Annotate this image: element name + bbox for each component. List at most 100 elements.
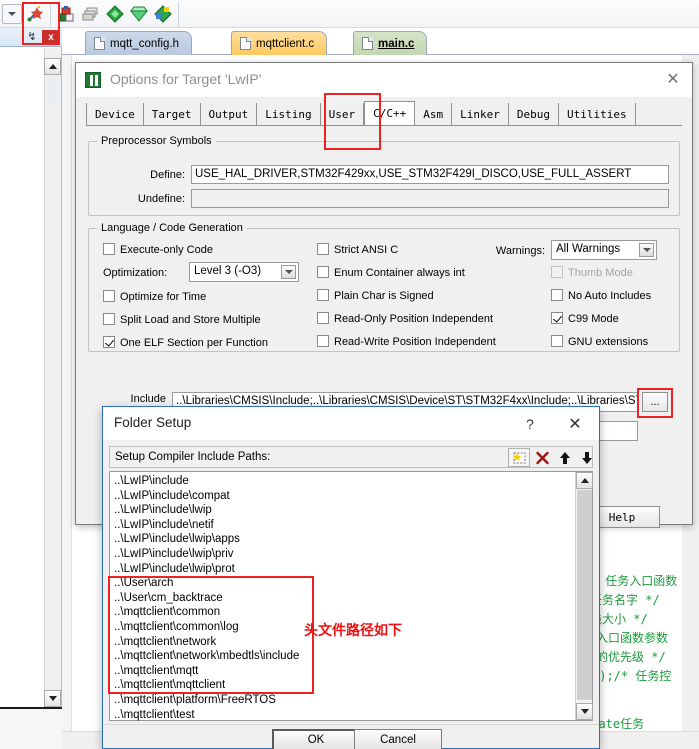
include-paths-label-line1: Include — [130, 393, 166, 405]
cancel-button[interactable]: Cancel — [354, 729, 442, 749]
undefine-label: Undefine: — [137, 193, 185, 205]
list-item[interactable]: ..\mqttclient\mqttclient — [112, 678, 572, 693]
move-down-icon[interactable] — [576, 448, 598, 467]
checkbox-read-only-position-independent[interactable]: Read-Only Position Independent — [317, 312, 493, 325]
scroll-thumb[interactable] — [45, 76, 60, 104]
file-icon — [94, 37, 105, 50]
optimization-select[interactable]: Level 3 (-O3) — [189, 262, 299, 282]
checkbox-strict-ansi-c[interactable]: Strict ANSI C — [317, 243, 398, 256]
folder-setup-titlebar: Folder Setup ? ✕ — [103, 407, 599, 440]
code-line: 任务入口函数 — [598, 574, 678, 588]
scroll-thumb[interactable] — [577, 490, 592, 700]
list-item[interactable]: ..\LwIP\include — [112, 474, 572, 489]
panel-footer — [0, 709, 62, 749]
chevron-down-icon[interactable] — [281, 265, 296, 279]
tab-utilities[interactable]: Utilities — [558, 103, 636, 125]
translate-file-icon[interactable] — [104, 3, 126, 25]
checkbox-thumb-mode: Thumb Mode — [551, 266, 633, 279]
pin-icon[interactable]: ↯ — [26, 31, 38, 43]
tab-output[interactable]: Output — [200, 103, 258, 125]
code-line: 任务名字 */ — [590, 593, 660, 607]
close-icon[interactable]: ✕ — [660, 68, 686, 90]
tab-device[interactable]: Device — [86, 103, 144, 125]
checkbox-split-load-and-store-multiple[interactable]: Split Load and Store Multiple — [103, 313, 261, 326]
editor-tab-main-c[interactable]: main.c — [353, 31, 428, 55]
folder-setup-bar-label: Setup Compiler Include Paths: — [115, 451, 271, 463]
checkbox-c99-mode[interactable]: C99 Mode — [551, 312, 619, 325]
scroll-up-button[interactable] — [44, 58, 61, 75]
list-item[interactable]: ..\LwIP\include\lwip\apps — [112, 532, 572, 547]
scroll-down-button[interactable] — [44, 690, 61, 707]
move-up-icon[interactable] — [554, 448, 576, 467]
list-item[interactable]: ..\mqttclient\network\mbedtls\include — [112, 649, 572, 664]
chevron-down-icon[interactable] — [639, 243, 654, 257]
group-legend: Preprocessor Symbols — [97, 135, 216, 147]
optimization-value: Level 3 (-O3) — [194, 265, 262, 277]
delete-path-icon[interactable] — [531, 448, 553, 467]
options-tabs: Device Target Output Listing User C/C++ … — [86, 101, 636, 126]
tab-c-cpp[interactable]: C/C++ — [364, 101, 416, 126]
file-icon — [240, 37, 251, 50]
ok-button[interactable]: OK — [272, 729, 360, 749]
build-target-icon[interactable] — [56, 3, 78, 25]
list-item[interactable]: ..\mqttclient\test — [112, 708, 572, 723]
tab-target[interactable]: Target — [143, 103, 201, 125]
editor-tabstrip: mqtt_config.h mqttclient.c main.c — [62, 28, 699, 55]
include-paths-browse-button[interactable]: ... — [642, 392, 668, 412]
rebuild-icon[interactable] — [128, 3, 150, 25]
define-field[interactable]: USE_HAL_DRIVER,STM32F429xx,USE_STM32F429… — [191, 165, 669, 184]
checkbox-plain-char-is-signed[interactable]: Plain Char is Signed — [317, 289, 434, 302]
folder-setup-dialog: Folder Setup ? ✕ Setup Compiler Include … — [102, 406, 600, 749]
define-label: Define: — [150, 169, 185, 181]
project-panel-scrollbar[interactable] — [44, 48, 61, 708]
close-icon[interactable]: ✕ — [563, 413, 587, 434]
checkbox-read-write-position-independent[interactable]: Read-Write Position Independent — [317, 335, 496, 348]
batch-build-icon[interactable] — [80, 3, 102, 25]
list-item[interactable]: ..\User\cm_backtrace — [112, 591, 572, 606]
checkbox-execute-only-code[interactable]: Execute-only Code — [103, 243, 213, 256]
list-scrollbar[interactable] — [575, 472, 593, 720]
help-icon[interactable]: ? — [519, 414, 541, 434]
scroll-up-button[interactable] — [576, 472, 593, 489]
target-options-icon[interactable] — [24, 3, 46, 25]
checkbox-label: GNU extensions — [568, 336, 649, 348]
editor-tab-mqttclient-c[interactable]: mqttclient.c — [231, 31, 328, 55]
checkbox-label: Thumb Mode — [568, 267, 633, 279]
editor-tab-mqtt-config-h[interactable]: mqtt_config.h — [85, 31, 193, 55]
checkbox-optimize-for-time[interactable]: Optimize for Time — [103, 290, 206, 303]
undefine-field[interactable] — [191, 189, 669, 208]
list-item[interactable]: ..\mqttclient\platform\FreeRTOS — [112, 693, 572, 708]
list-item[interactable]: ..\mqttclient\common — [112, 605, 572, 620]
checkbox-gnu-extensions[interactable]: GNU extensions — [551, 335, 648, 348]
list-item[interactable]: ..\LwIP\include\lwip — [112, 503, 572, 518]
include-paths-list[interactable]: ..\LwIP\include ..\LwIP\include\compat .… — [109, 471, 593, 721]
list-item[interactable]: ..\LwIP\include\netif — [112, 518, 572, 533]
editor-gutter — [62, 55, 72, 749]
checkbox-label: Optimize for Time — [120, 291, 207, 303]
chevron-down-icon[interactable] — [2, 4, 22, 24]
tab-linker[interactable]: Linker — [452, 103, 509, 125]
new-path-icon[interactable] — [508, 448, 530, 467]
tab-debug[interactable]: Debug — [508, 103, 559, 125]
annotation-chinese-note: 头文件路径如下 — [304, 623, 402, 639]
scroll-down-button[interactable] — [576, 703, 593, 720]
list-item[interactable]: ..\LwIP\include\lwip\priv — [112, 547, 572, 562]
checkbox-one-elf-section-per-function[interactable]: One ELF Section per Function — [103, 336, 268, 349]
list-item[interactable]: ..\LwIP\include\lwip\prot — [112, 562, 572, 577]
toolbar-group — [2, 2, 51, 26]
warnings-select[interactable]: All Warnings — [551, 240, 657, 260]
checkbox-no-auto-includes[interactable]: No Auto Includes — [551, 289, 651, 302]
tab-asm[interactable]: Asm — [415, 103, 453, 125]
keil-app-icon — [85, 72, 101, 88]
tab-user[interactable]: User — [320, 103, 365, 125]
folder-setup-toolbar: Setup Compiler Include Paths: — [109, 446, 593, 468]
checkbox-label: No Auto Includes — [568, 290, 652, 302]
tab-listing[interactable]: Listing — [257, 103, 321, 125]
dock-close-button[interactable]: x — [42, 30, 60, 45]
list-item[interactable]: ..\LwIP\include\compat — [112, 489, 572, 504]
warnings-value: All Warnings — [556, 243, 621, 255]
manage-project-icon[interactable] — [152, 3, 174, 25]
list-item[interactable]: ..\mqttclient\mqtt — [112, 664, 572, 679]
list-item[interactable]: ..\User\arch — [112, 576, 572, 591]
checkbox-enum-container-always-int[interactable]: Enum Container always int — [317, 266, 465, 279]
